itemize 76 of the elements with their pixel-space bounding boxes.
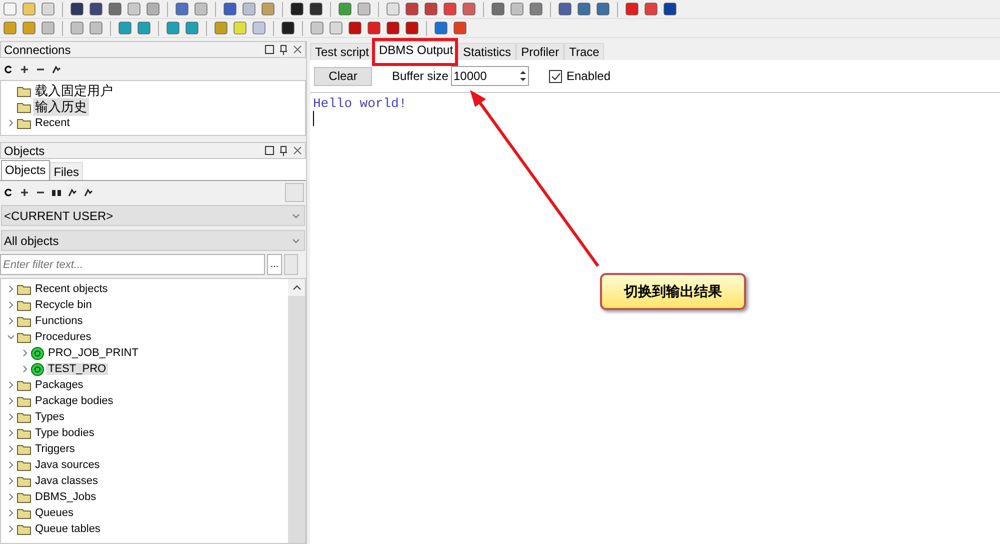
restore-icon[interactable] — [265, 146, 274, 155]
output-line: Hello world! — [313, 96, 408, 111]
tree-item[interactable]: Recycle bin — [33, 299, 94, 311]
more-button[interactable]: ... — [267, 254, 282, 275]
folder-icon — [17, 102, 31, 112]
tree-item[interactable]: Types — [33, 411, 66, 423]
tree-item[interactable]: Queue tables — [33, 523, 102, 535]
folder-icon — [17, 428, 31, 438]
tree-item[interactable]: Queues — [33, 507, 76, 519]
tree-item[interactable]: TEST_PRO — [46, 363, 108, 375]
tab[interactable]: Statistics — [458, 43, 516, 60]
folder-icon — [17, 508, 31, 518]
tab[interactable]: Profiler — [516, 43, 564, 60]
procedure-icon — [31, 346, 44, 360]
clear-button[interactable]: Clear — [314, 66, 372, 86]
restore-icon[interactable] — [265, 45, 274, 54]
folder-icon — [17, 284, 31, 294]
folder-icon — [17, 476, 31, 486]
tab[interactable]: Trace — [564, 43, 604, 60]
panel-title: Objects — [4, 144, 45, 158]
refresh-icon[interactable] — [4, 188, 13, 196]
pin-icon[interactable] — [280, 146, 287, 156]
pin-icon[interactable] — [280, 44, 287, 54]
connection-item[interactable]: Recent — [33, 117, 72, 129]
folder-icon — [17, 444, 31, 454]
procedure-icon — [31, 362, 44, 376]
chevron-down-icon — [292, 212, 300, 220]
folder-icon — [17, 332, 31, 342]
connection-item[interactable]: 载入固定用户 — [33, 82, 115, 100]
folder-icon — [17, 460, 31, 470]
scroll-up-icon[interactable] — [292, 285, 300, 290]
text-cursor — [313, 111, 314, 126]
buffer-size-field[interactable]: 10000 — [451, 66, 530, 86]
close-icon[interactable] — [293, 45, 302, 54]
toggle-button[interactable] — [284, 254, 298, 275]
close-icon[interactable] — [293, 146, 302, 155]
tree-item[interactable]: Functions — [33, 315, 85, 327]
folder-icon — [17, 492, 31, 502]
tab[interactable]: Test script — [310, 43, 374, 60]
folder-icon — [17, 412, 31, 422]
tree-item[interactable]: Procedures — [33, 331, 94, 343]
refresh-icon[interactable] — [4, 64, 13, 74]
tree-item[interactable]: Java sources — [33, 459, 102, 471]
connection-item[interactable]: 输入历史 — [33, 98, 89, 116]
folder-icon — [17, 118, 31, 128]
chevron-down-icon — [292, 236, 300, 244]
tree-item[interactable]: Triggers — [33, 443, 77, 455]
toggle-button[interactable] — [285, 182, 304, 202]
folder-icon — [17, 524, 31, 534]
chevron-right-icon — [7, 119, 15, 127]
folder-icon — [17, 300, 31, 310]
callout: 切换到输出结果 — [600, 273, 746, 310]
enabled-checkbox[interactable]: Enabled — [549, 69, 611, 83]
folder-icon — [17, 86, 31, 96]
folder-icon — [17, 316, 31, 326]
folder-icon — [17, 396, 31, 406]
tree-item[interactable]: Packages — [33, 379, 86, 391]
filter-field[interactable]: Enter filter text... — [0, 254, 265, 275]
tree-item[interactable]: Recent objects — [33, 283, 110, 295]
tree-item[interactable]: Java classes — [33, 475, 100, 487]
spinner-icon[interactable] — [518, 68, 528, 84]
binoculars-icon[interactable] — [52, 188, 61, 196]
tree-item[interactable]: Type bodies — [33, 427, 96, 439]
tree-item[interactable]: Package bodies — [33, 395, 116, 407]
buffer-size-label: Buffer size — [392, 69, 448, 83]
tab[interactable]: Objects — [1, 160, 50, 180]
tab[interactable]: Files — [50, 162, 84, 180]
user-select[interactable]: <CURRENT USER> — [1, 205, 305, 226]
check-icon — [550, 72, 561, 80]
add-icon[interactable] — [20, 64, 29, 74]
type-select[interactable]: All objects — [1, 230, 305, 251]
add-icon[interactable] — [20, 188, 29, 196]
tree-item[interactable]: DBMS_Jobs — [33, 491, 98, 503]
folder-icon — [17, 380, 31, 390]
tree-item[interactable]: PRO_JOB_PRINT — [46, 347, 140, 359]
panel-title: Connections — [4, 42, 71, 56]
